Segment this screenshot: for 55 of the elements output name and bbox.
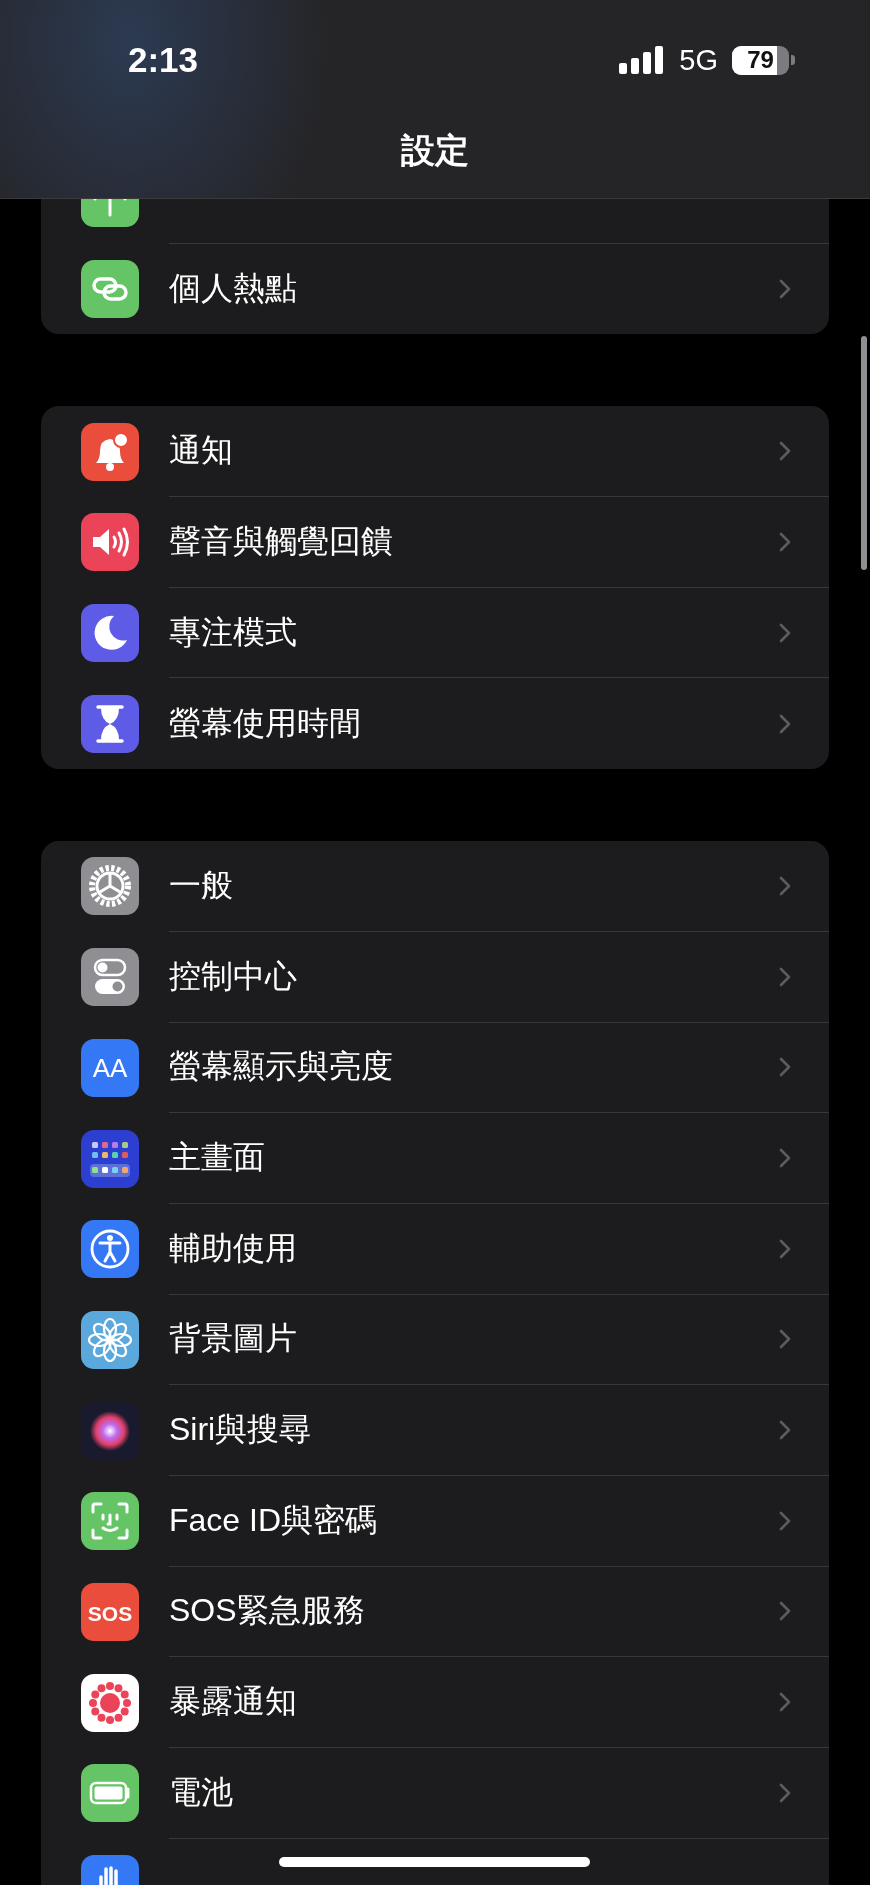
row-label[interactable]: 一般 xyxy=(169,863,233,908)
flower-icon xyxy=(81,1310,139,1369)
chevron-icon xyxy=(779,1329,791,1350)
row-label[interactable]: Face ID與密碼 xyxy=(169,1498,378,1543)
row-label[interactable]: 主畫面 xyxy=(169,1136,265,1181)
signal-icon xyxy=(619,46,664,74)
settings-icon xyxy=(81,857,139,916)
row-label[interactable]: 背景圖片 xyxy=(169,1317,297,1362)
row-label[interactable]: Siri與搜尋 xyxy=(169,1408,312,1453)
chevron-icon xyxy=(779,875,791,896)
home-indicator[interactable] xyxy=(279,1857,590,1867)
hourglass-icon xyxy=(81,694,139,753)
row-label[interactable]: 螢幕使用時間 xyxy=(169,701,361,746)
chevron-icon xyxy=(779,1148,791,1169)
chevron-icon xyxy=(779,1601,791,1622)
row-label[interactable]: 通知 xyxy=(169,429,233,474)
toggle-icon xyxy=(81,948,139,1007)
row-label[interactable]: 個人熱點 xyxy=(169,267,297,312)
app-grid-icon xyxy=(81,1129,139,1188)
row-label[interactable]: 聲音與觸覺回饋 xyxy=(169,519,393,564)
chevron-icon xyxy=(779,279,791,300)
sos-icon: SOS xyxy=(81,1582,139,1641)
speaker-icon xyxy=(81,513,139,572)
chevron-icon xyxy=(779,1692,791,1713)
chevron-icon xyxy=(779,1782,791,1803)
moon-icon xyxy=(81,604,139,663)
chevron-icon xyxy=(779,1238,791,1259)
face-icon xyxy=(81,1492,139,1551)
row-label[interactable]: 專注模式 xyxy=(169,610,297,655)
chevron-icon xyxy=(779,966,791,987)
battery-indicator: 79 xyxy=(732,45,789,75)
row-label[interactable]: 電池 xyxy=(169,1770,233,1815)
chevron-icon xyxy=(779,622,791,643)
chevron-icon xyxy=(779,531,791,552)
status-time: 2:13 xyxy=(128,40,199,80)
accessibility-icon xyxy=(81,1220,139,1279)
chevron-icon xyxy=(779,1510,791,1531)
chevron-icon xyxy=(779,1420,791,1441)
orb-icon xyxy=(81,1401,139,1460)
row-label[interactable]: 螢幕顯示與亮度 xyxy=(169,1045,393,1090)
dots-ring-icon xyxy=(81,1673,139,1732)
row-label[interactable]: SOS緊急服務 xyxy=(169,1589,365,1634)
scrollbar[interactable] xyxy=(861,336,867,570)
network-label: 5G xyxy=(679,43,718,77)
row-label[interactable]: 輔助使用 xyxy=(169,1226,297,1271)
chevron-icon xyxy=(779,441,791,462)
chevron-icon xyxy=(779,1057,791,1078)
bell-icon xyxy=(81,422,139,481)
link-icon xyxy=(81,260,139,319)
chevron-icon xyxy=(779,713,791,734)
page-title: 設定 xyxy=(400,130,470,171)
text-size-icon: AA xyxy=(81,1038,139,1097)
row-label[interactable]: 控制中心 xyxy=(169,954,297,999)
row-label[interactable]: 暴露通知 xyxy=(169,1680,297,1725)
battery-icon xyxy=(81,1764,139,1823)
